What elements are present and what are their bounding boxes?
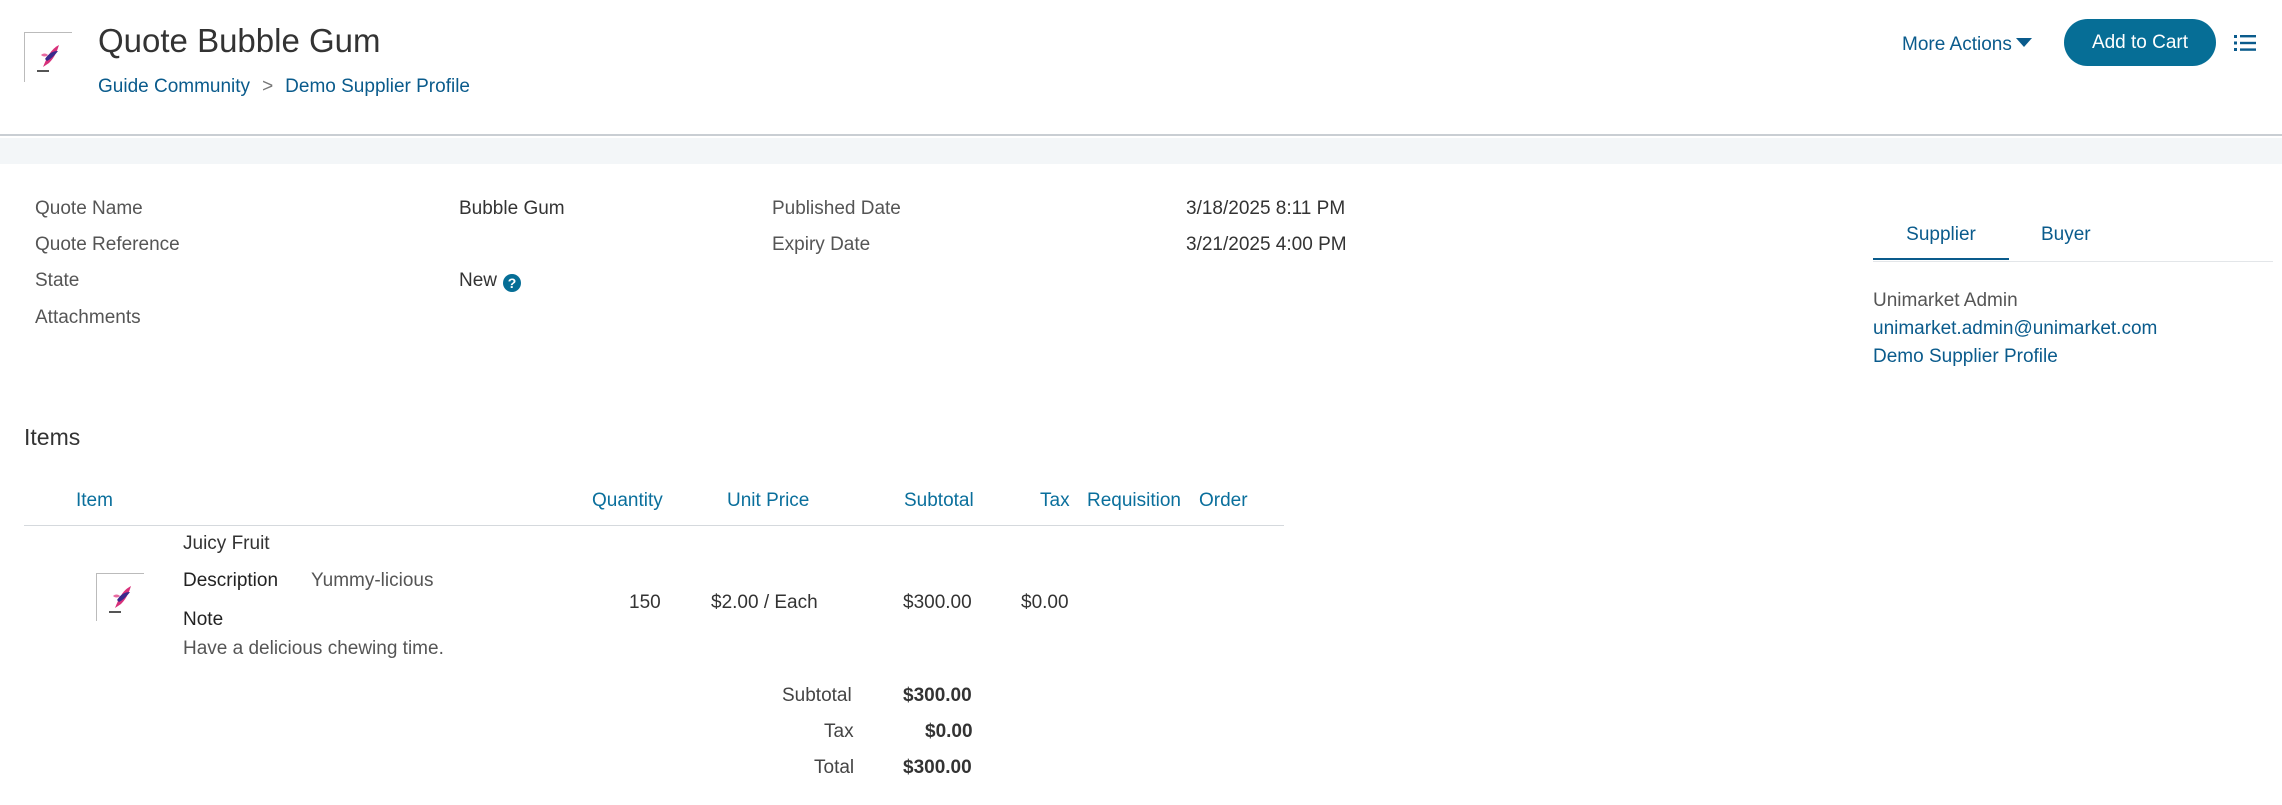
party-tabs: Supplier Buyer — [1873, 218, 2273, 262]
expiry-date-value: 3/21/2025 4:00 PM — [1186, 234, 1347, 255]
more-actions-label: More Actions — [1902, 34, 2012, 55]
totals-total-value: $300.00 — [903, 757, 972, 778]
page-title: Quote Bubble Gum — [98, 22, 381, 59]
item-quantity: 150 — [629, 592, 661, 613]
column-item[interactable]: Item — [76, 490, 113, 512]
add-to-cart-button[interactable]: Add to Cart — [2064, 19, 2216, 66]
more-actions-dropdown[interactable]: More Actions — [1902, 34, 2032, 56]
totals-tax-value: $0.00 — [925, 721, 973, 742]
breadcrumb-separator: > — [262, 76, 274, 97]
quote-reference-label: Quote Reference — [35, 234, 180, 255]
breadcrumb-demo-supplier-profile[interactable]: Demo Supplier Profile — [285, 76, 470, 98]
state-value: New — [459, 270, 498, 291]
items-table-header: Item Quantity Unit Price Subtotal Tax Re… — [24, 486, 1284, 526]
page-header: Quote Bubble Gum Guide Community > Demo … — [0, 0, 2282, 136]
totals-subtotal-value: $300.00 — [903, 685, 972, 706]
breadcrumb: Guide Community > Demo Supplier Profile — [98, 76, 470, 98]
supplier-profile-link[interactable]: Demo Supplier Profile — [1873, 346, 2058, 368]
item-name: Juicy Fruit — [183, 533, 270, 554]
state-value-wrapper: New? — [459, 270, 522, 292]
list-icon[interactable] — [2234, 34, 2256, 52]
quote-logo-icon — [24, 32, 72, 82]
column-order[interactable]: Order — [1199, 490, 1248, 512]
item-description: Yummy-licious — [311, 570, 434, 591]
header-divider-band — [0, 138, 2282, 164]
item-description-label: Description — [183, 570, 279, 591]
item-unit-price: $2.00 / Each — [711, 592, 818, 613]
items-heading: Items — [24, 424, 81, 450]
product-image[interactable] — [96, 573, 144, 621]
item-note-label: Note — [183, 609, 224, 630]
item-subtotal: $300.00 — [903, 592, 972, 613]
totals-total-label: Total — [814, 757, 855, 778]
attachments-label: Attachments — [35, 307, 141, 328]
totals-subtotal-label: Subtotal — [782, 685, 852, 706]
quote-name-value: Bubble Gum — [459, 198, 565, 219]
expiry-date-label: Expiry Date — [772, 234, 871, 255]
item-tax: $0.00 — [1021, 592, 1069, 613]
column-tax[interactable]: Tax — [1040, 490, 1070, 512]
caret-down-icon — [2015, 37, 2032, 47]
published-date-value: 3/18/2025 8:11 PM — [1186, 198, 1346, 219]
tab-supplier[interactable]: Supplier — [1873, 224, 2009, 260]
supplier-contact-name: Unimarket Admin — [1873, 290, 2018, 311]
column-quantity[interactable]: Quantity — [592, 490, 663, 512]
tab-buyer[interactable]: Buyer — [2041, 224, 2091, 246]
quote-name-label: Quote Name — [35, 198, 143, 219]
item-note: Have a delicious chewing time. — [183, 638, 444, 659]
published-date-label: Published Date — [772, 198, 901, 219]
totals-tax-label: Tax — [824, 721, 854, 742]
help-icon[interactable]: ? — [503, 274, 522, 292]
column-subtotal[interactable]: Subtotal — [904, 490, 974, 512]
breadcrumb-guide-community[interactable]: Guide Community — [98, 76, 250, 98]
state-label: State — [35, 270, 80, 291]
supplier-email-link[interactable]: unimarket.admin@unimarket.com — [1873, 318, 2157, 340]
column-requisition[interactable]: Requisition — [1087, 490, 1181, 512]
column-unit-price[interactable]: Unit Price — [727, 490, 809, 512]
